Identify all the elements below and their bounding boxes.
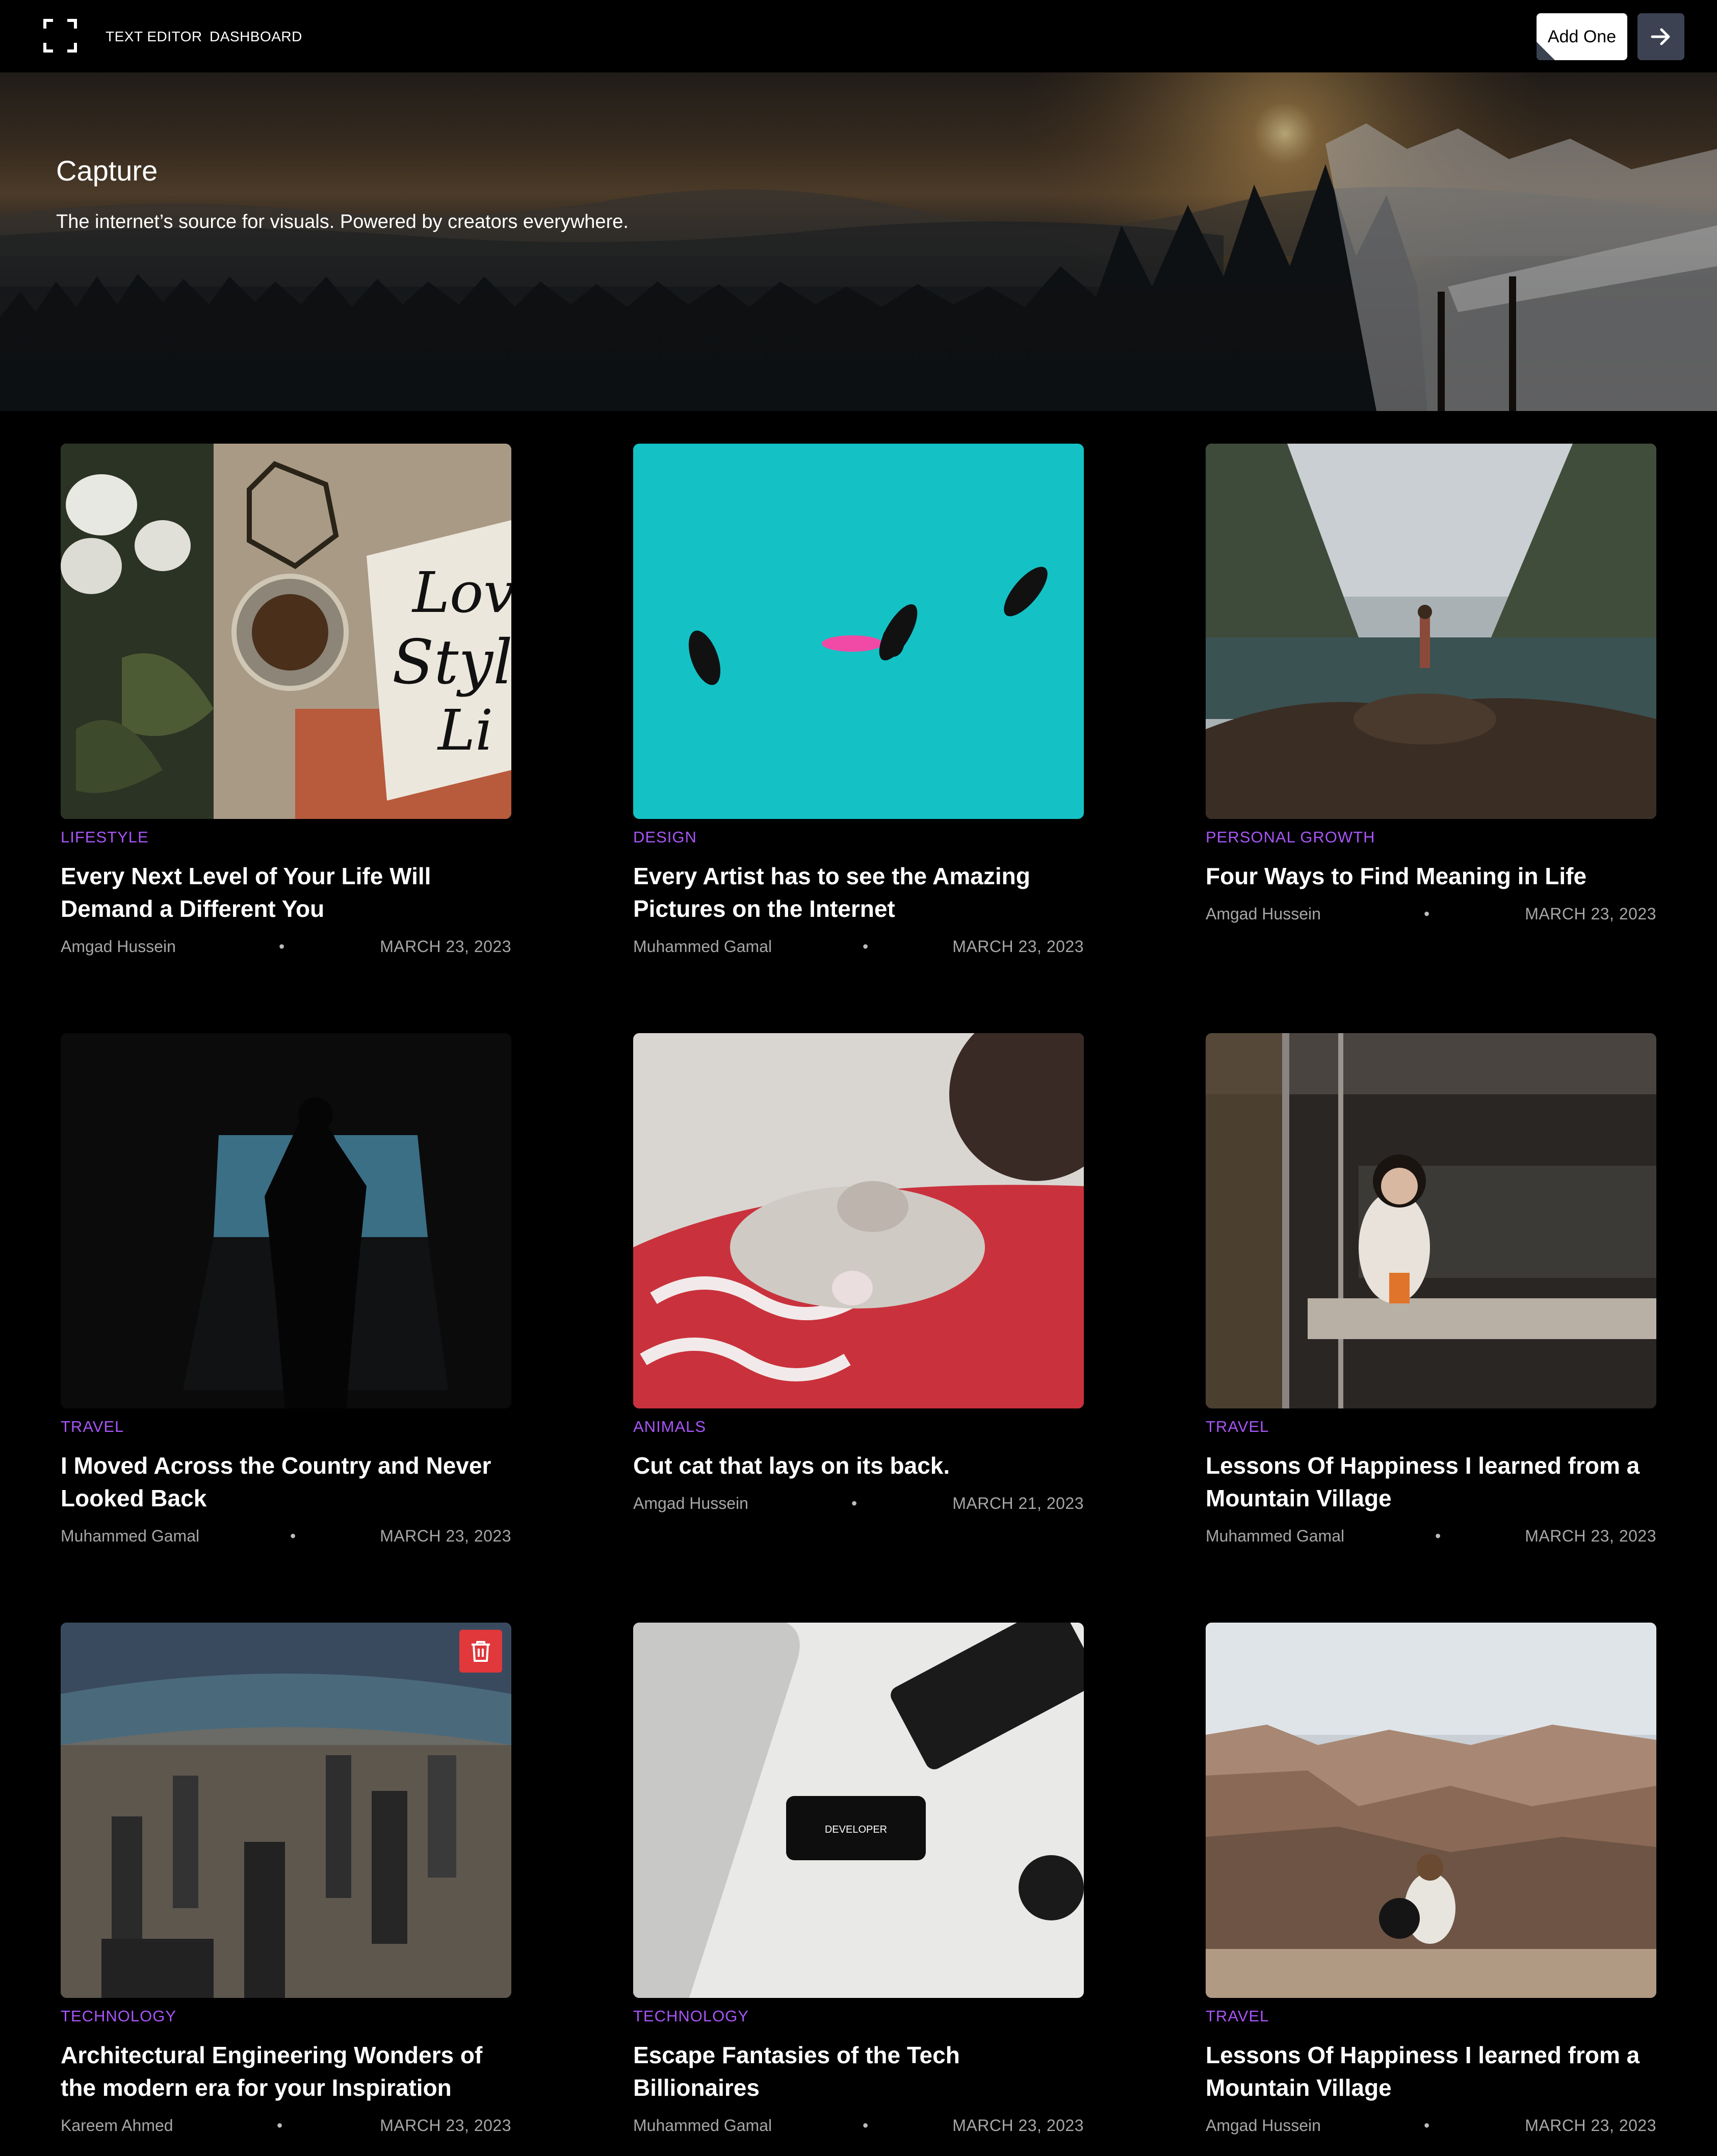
post-title[interactable]: Every Artist has to see the Amazing Pict… — [633, 860, 1084, 925]
arrow-right-button[interactable] — [1637, 13, 1684, 60]
post-author: Amgad Hussein — [1206, 905, 1321, 923]
hero-background-image — [0, 72, 1717, 411]
post-image-city — [61, 1623, 511, 1998]
post-author: Amgad Hussein — [61, 937, 176, 956]
post-image[interactable] — [61, 1623, 511, 1998]
post-image[interactable] — [1206, 444, 1656, 819]
svg-text:Love: Love — [411, 560, 511, 625]
post-category[interactable]: TRAVEL — [1206, 2007, 1656, 2025]
meta-separator: • — [279, 937, 285, 956]
post-image[interactable] — [1206, 1623, 1656, 1998]
post-category[interactable]: DESIGN — [633, 828, 1084, 846]
post-author: Kareem Ahmed — [61, 2116, 173, 2135]
meta-separator: • — [863, 2116, 869, 2135]
post-date: MARCH 21, 2023 — [952, 1494, 1084, 1512]
post-author: Amgad Hussein — [1206, 2116, 1321, 2135]
post-date: MARCH 23, 2023 — [1525, 905, 1656, 923]
hero-title: Capture — [56, 155, 158, 187]
meta-separator: • — [290, 1527, 296, 1545]
post-meta: Kareem Ahmed • MARCH 23, 2023 — [61, 2116, 511, 2137]
hero-banner: Capture The internet’s source for visual… — [0, 72, 1717, 411]
post-title[interactable]: Architectural Engineering Wonders of the… — [61, 2039, 511, 2104]
post-author: Muhammed Gamal — [61, 1527, 200, 1545]
meta-separator: • — [1424, 905, 1430, 923]
nav-link-text-editor[interactable]: TEXT EDITOR — [106, 29, 202, 45]
post-title[interactable]: Four Ways to Find Meaning in Life — [1206, 860, 1656, 892]
post-image[interactable]: Love Style Li — [61, 444, 511, 819]
svg-text:Li: Li — [437, 698, 493, 763]
post-card[interactable]: TRAVEL Lessons Of Happiness I learned fr… — [1206, 1033, 1656, 1547]
delete-button[interactable] — [459, 1630, 502, 1673]
post-date: MARCH 23, 2023 — [952, 2116, 1084, 2135]
post-card[interactable]: TRAVEL Lessons Of Happiness I learned fr… — [1206, 1623, 1656, 2137]
meta-separator: • — [277, 2116, 283, 2135]
post-image-design — [633, 444, 1084, 819]
post-meta: Amgad Hussein • MARCH 23, 2023 — [1206, 2116, 1656, 2137]
post-image[interactable]: DEVELOPER — [633, 1623, 1084, 1998]
post-category[interactable]: LIFESTYLE — [61, 828, 511, 846]
post-card[interactable]: TECHNOLOGY Architectural Engineering Won… — [61, 1623, 511, 2137]
arrow-right-icon — [1651, 28, 1670, 45]
add-one-button[interactable]: Add One — [1537, 13, 1627, 60]
post-author: Muhammed Gamal — [633, 2116, 772, 2135]
post-date: MARCH 23, 2023 — [952, 937, 1084, 956]
post-date: MARCH 23, 2023 — [1525, 2116, 1656, 2135]
trash-icon — [472, 1641, 490, 1662]
hero-subtitle: The internet’s source for visuals. Power… — [56, 211, 629, 233]
post-image[interactable] — [1206, 1033, 1656, 1408]
post-image-lifestyle: Love Style Li — [61, 444, 511, 819]
post-title[interactable]: Lessons Of Happiness I learned from a Mo… — [1206, 1449, 1656, 1515]
post-date: MARCH 23, 2023 — [380, 937, 511, 956]
post-card[interactable]: ANIMALS Cut cat that lays on its back. A… — [633, 1033, 1084, 1515]
meta-separator: • — [851, 1494, 857, 1512]
meta-separator: • — [863, 937, 869, 956]
post-title[interactable]: Lessons Of Happiness I learned from a Mo… — [1206, 2039, 1656, 2104]
post-date: MARCH 23, 2023 — [380, 1527, 511, 1545]
post-date: MARCH 23, 2023 — [380, 2116, 511, 2135]
post-category[interactable]: ANIMALS — [633, 1418, 1084, 1436]
post-category[interactable]: TECHNOLOGY — [633, 2007, 1084, 2025]
post-card[interactable]: Love Style Li LIFESTYLE Every Next Level… — [61, 444, 511, 958]
post-image-tech: DEVELOPER — [633, 1623, 1084, 1998]
post-meta: Amgad Hussein • MARCH 21, 2023 — [633, 1494, 1084, 1515]
post-meta: Muhammed Gamal • MARCH 23, 2023 — [633, 937, 1084, 958]
post-image[interactable] — [633, 444, 1084, 819]
svg-text:Style: Style — [392, 627, 511, 698]
post-card[interactable]: DEVELOPER TECHNOLOGY Escape Fantasies of… — [633, 1623, 1084, 2137]
post-category[interactable]: TRAVEL — [61, 1418, 511, 1436]
post-title[interactable]: Every Next Level of Your Life Will Deman… — [61, 860, 511, 925]
phone-screen-text: DEVELOPER — [825, 1824, 887, 1835]
post-meta: Amgad Hussein • MARCH 23, 2023 — [61, 937, 511, 958]
meta-separator: • — [1424, 2116, 1430, 2135]
top-navbar: TEXT EDITOR DASHBOARD Add One — [0, 0, 1717, 72]
post-image-travel — [61, 1033, 511, 1408]
post-card[interactable]: DESIGN Every Artist has to see the Amazi… — [633, 444, 1084, 958]
post-author: Amgad Hussein — [633, 1494, 748, 1512]
post-category[interactable]: TRAVEL — [1206, 1418, 1656, 1436]
post-meta: Muhammed Gamal • MARCH 23, 2023 — [633, 2116, 1084, 2137]
focus-frame-icon[interactable] — [43, 18, 77, 53]
post-image-animals — [633, 1033, 1084, 1408]
post-card[interactable]: TRAVEL I Moved Across the Country and Ne… — [61, 1033, 511, 1547]
post-title[interactable]: I Moved Across the Country and Never Loo… — [61, 1449, 511, 1515]
post-image[interactable] — [61, 1033, 511, 1408]
post-image-cafe — [1206, 1033, 1656, 1408]
post-category[interactable]: TECHNOLOGY — [61, 2007, 511, 2025]
meta-separator: • — [1435, 1527, 1441, 1545]
post-author: Muhammed Gamal — [633, 937, 772, 956]
post-card[interactable]: PERSONAL GROWTH Four Ways to Find Meanin… — [1206, 444, 1656, 925]
post-category[interactable]: PERSONAL GROWTH — [1206, 828, 1656, 846]
post-meta: Muhammed Gamal • MARCH 23, 2023 — [1206, 1527, 1656, 1547]
post-title[interactable]: Escape Fantasies of the Tech Billionaire… — [633, 2039, 1084, 2104]
post-meta: Muhammed Gamal • MARCH 23, 2023 — [61, 1527, 511, 1547]
post-image-personal-growth — [1206, 444, 1656, 819]
post-image[interactable] — [633, 1033, 1084, 1408]
post-title[interactable]: Cut cat that lays on its back. — [633, 1449, 1084, 1482]
post-author: Muhammed Gamal — [1206, 1527, 1345, 1545]
post-meta: Amgad Hussein • MARCH 23, 2023 — [1206, 905, 1656, 925]
post-date: MARCH 23, 2023 — [1525, 1527, 1656, 1545]
post-image-canyon — [1206, 1623, 1656, 1998]
nav-link-dashboard[interactable]: DASHBOARD — [210, 29, 302, 45]
